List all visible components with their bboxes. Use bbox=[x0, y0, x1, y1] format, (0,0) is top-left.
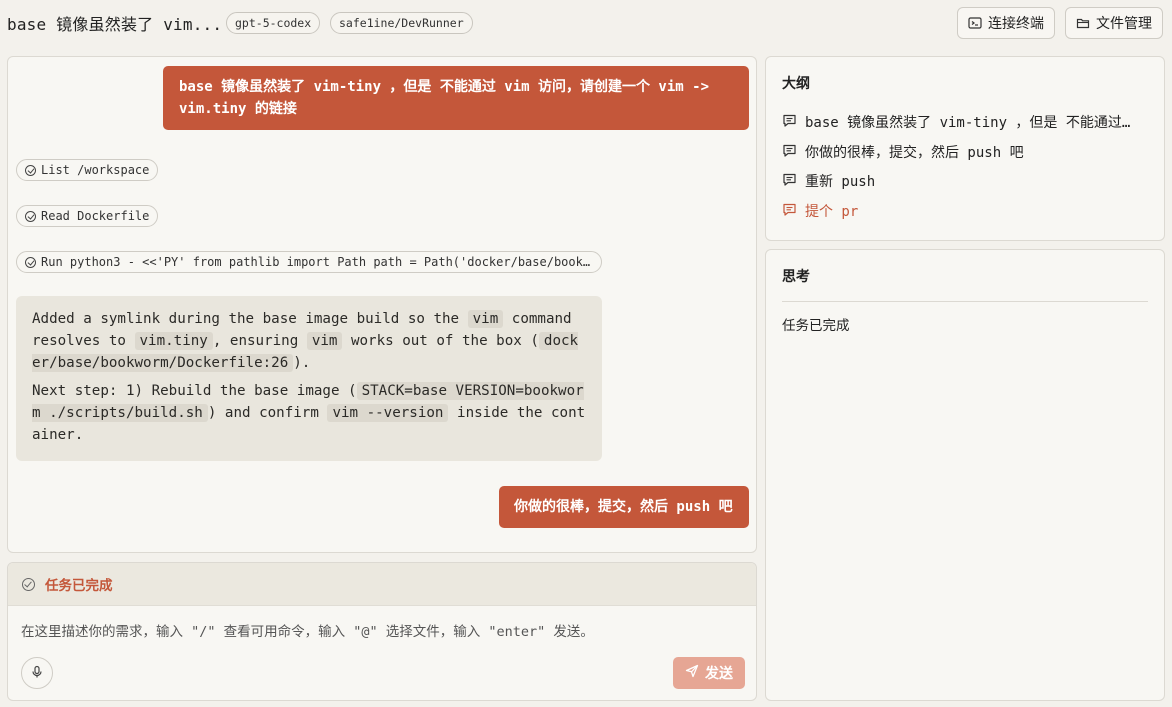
assistant-paragraph: Added a symlink during the base image bu… bbox=[32, 310, 579, 372]
outline-item-label: 你做的很棒，提交，然后 push 吧 bbox=[805, 145, 1024, 161]
comment-icon bbox=[782, 172, 797, 191]
file-manager-label: 文件管理 bbox=[1096, 16, 1152, 32]
thinking-panel: 思考 任务已完成 bbox=[765, 249, 1165, 701]
outline-panel: 大纲 base 镜像虽然装了 vim-tiny ，但是 不能通过… 你做的很棒，… bbox=[765, 56, 1165, 241]
conversation-title: base 镜像虽然装了 vim... bbox=[7, 15, 223, 34]
tool-call-chip[interactable]: Run python3 - <<'PY' from pathlib import… bbox=[16, 251, 602, 273]
repo-badge: safe1ine/DevRunner bbox=[330, 12, 473, 34]
folder-icon bbox=[1076, 16, 1090, 30]
send-button[interactable]: 发送 bbox=[673, 657, 745, 689]
tool-call-chip[interactable]: List /workspace bbox=[16, 159, 159, 181]
send-icon bbox=[685, 664, 699, 682]
outline-item-label: 提个 pr bbox=[805, 204, 859, 220]
task-status-bar: 任务已完成 bbox=[8, 563, 756, 606]
thinking-title: 思考 bbox=[782, 250, 1148, 302]
comment-icon bbox=[782, 143, 797, 162]
model-badge: gpt-5-codex bbox=[226, 12, 321, 34]
outline-item-label: base 镜像虽然装了 vim-tiny ，但是 不能通过… bbox=[805, 115, 1131, 131]
outline-item[interactable]: 你做的很棒，提交，然后 push 吧 bbox=[782, 141, 1142, 163]
terminal-icon bbox=[968, 16, 982, 30]
send-label: 发送 bbox=[705, 666, 733, 682]
tool-call-label: Read Dockerfile bbox=[41, 209, 150, 223]
outline-title: 大纲 bbox=[782, 76, 810, 92]
thinking-text: 任务已完成 bbox=[782, 318, 850, 334]
connect-terminal-button[interactable]: 连接终端 bbox=[957, 7, 1055, 39]
voice-input-button[interactable] bbox=[21, 657, 53, 689]
composer: 任务已完成 在这里描述你的需求，输入 "/" 查看可用命令，输入 "@" 选择文… bbox=[7, 562, 757, 701]
check-circle-icon bbox=[25, 256, 36, 268]
check-circle-icon bbox=[25, 164, 36, 176]
user-message: base 镜像虽然装了 vim-tiny ，但是 不能通过 vim 访问，请创建… bbox=[163, 66, 749, 130]
tool-call-chip[interactable]: Read Dockerfile bbox=[16, 205, 159, 227]
assistant-paragraph: Next step: 1) Rebuild the base image (ST… bbox=[32, 382, 586, 443]
tool-call-label: Run python3 - <<'PY' from pathlib import… bbox=[41, 255, 591, 269]
connect-terminal-label: 连接终端 bbox=[988, 16, 1044, 32]
file-manager-button[interactable]: 文件管理 bbox=[1065, 7, 1163, 39]
top-bar: base 镜像虽然装了 vim... gpt-5-codex safe1ine/… bbox=[0, 0, 1172, 46]
outline-item[interactable]: 重新 push bbox=[782, 170, 1142, 192]
outline-item[interactable]: base 镜像虽然装了 vim-tiny ，但是 不能通过… bbox=[782, 111, 1142, 133]
outline-item-label: 重新 push bbox=[805, 174, 876, 190]
user-message: 你做的很棒，提交，然后 push 吧 bbox=[499, 486, 749, 528]
microphone-icon bbox=[30, 664, 44, 683]
comment-icon bbox=[782, 202, 797, 221]
check-circle-icon bbox=[25, 210, 36, 222]
assistant-message: Added a symlink during the base image bu… bbox=[16, 296, 602, 461]
tool-call-label: List /workspace bbox=[41, 163, 150, 177]
outline-item-active[interactable]: 提个 pr bbox=[782, 200, 1142, 222]
check-circle-icon bbox=[22, 577, 35, 591]
task-status-text: 任务已完成 bbox=[45, 578, 113, 594]
chat-panel[interactable]: base 镜像虽然装了 vim-tiny ，但是 不能通过 vim 访问，请创建… bbox=[7, 56, 757, 553]
message-input[interactable]: 在这里描述你的需求，输入 "/" 查看可用命令，输入 "@" 选择文件，输入 "… bbox=[21, 620, 594, 640]
comment-icon bbox=[782, 113, 797, 132]
